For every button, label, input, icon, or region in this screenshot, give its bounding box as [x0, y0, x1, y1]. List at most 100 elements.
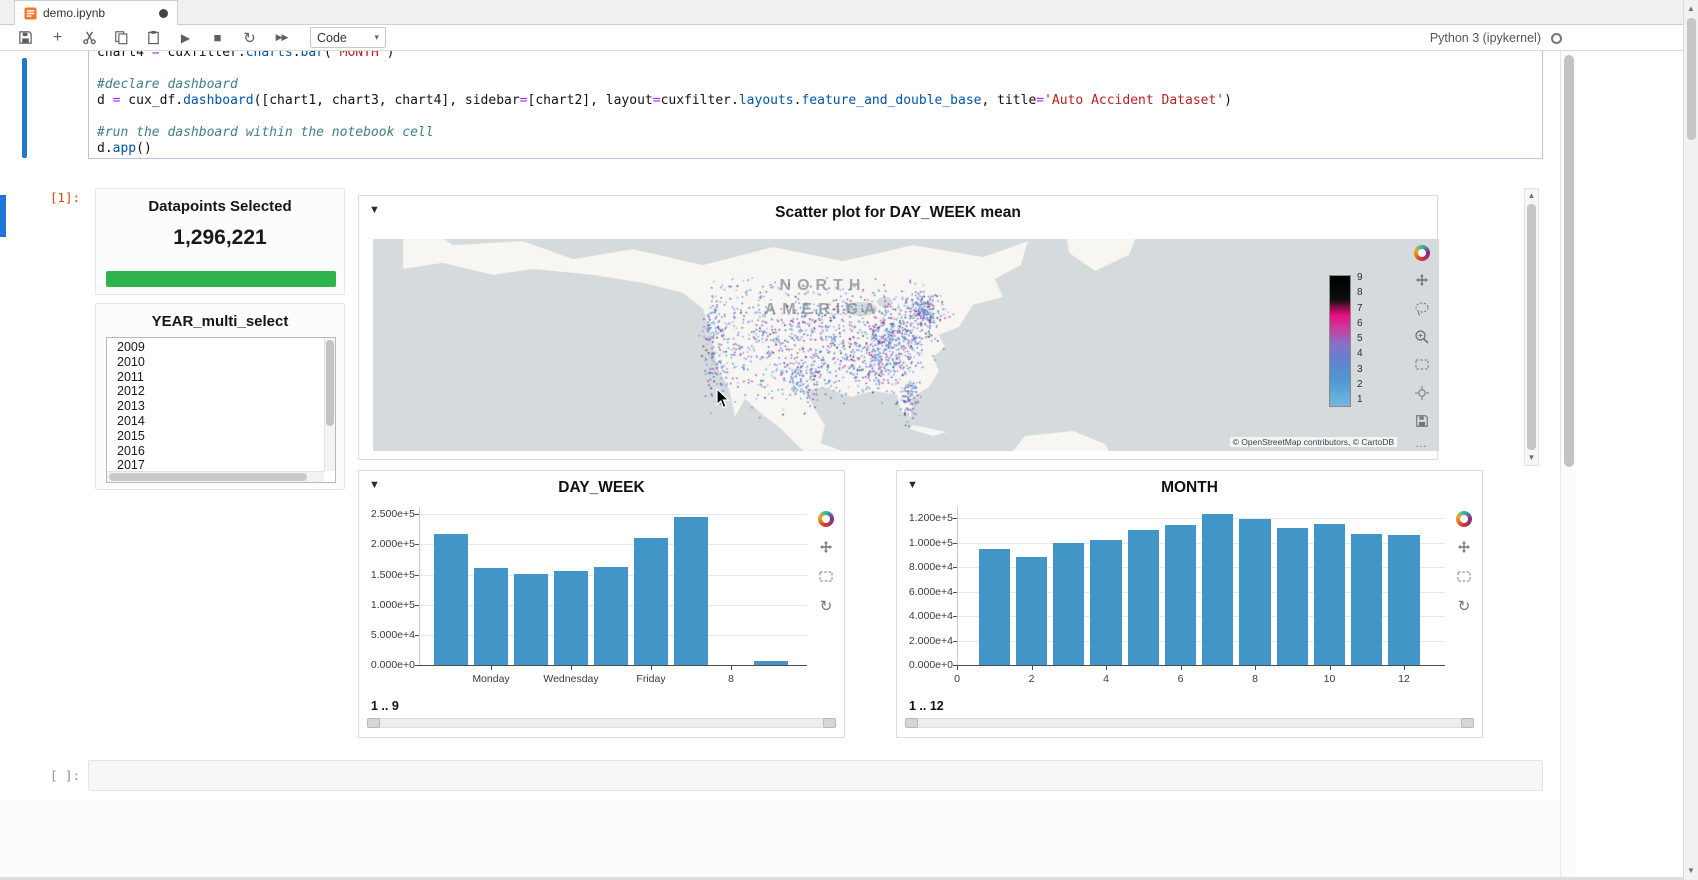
year-option[interactable]: 2012	[107, 384, 335, 399]
scrollbar-thumb[interactable]	[1564, 55, 1574, 467]
x-tick-mark	[731, 666, 732, 670]
x-tick-mark	[491, 666, 492, 670]
empty-code-cell[interactable]	[88, 760, 1543, 791]
x-tick-label: 2	[992, 673, 1072, 685]
bar	[514, 574, 548, 665]
collapse-caret-icon[interactable]: ▼	[907, 479, 918, 491]
scatter-map-card: ▼ Scatter plot for DAY_WEEK mean NORTH A…	[358, 195, 1438, 460]
slider-handle-left[interactable]	[905, 718, 918, 728]
scrollbar-thumb[interactable]	[109, 473, 307, 481]
x-axis	[419, 665, 807, 666]
year-listbox[interactable]: 200920102011201220132014201520162017	[106, 337, 336, 483]
slider-handle-right[interactable]	[1461, 718, 1474, 728]
listbox-vertical-scrollbar[interactable]	[324, 338, 335, 471]
bar	[1314, 524, 1345, 665]
cell-collapser[interactable]	[22, 58, 27, 158]
box-select-tool-icon[interactable]	[1414, 356, 1431, 373]
lasso-select-tool-icon[interactable]	[1414, 300, 1431, 317]
save-button[interactable]	[16, 28, 35, 47]
scatter-map-plot[interactable]: NORTH AMERICA 987654321 © OpenStreetMap …	[373, 239, 1439, 451]
collapse-caret-icon[interactable]: ▼	[369, 204, 380, 216]
slider-handle-right[interactable]	[823, 718, 836, 728]
map-attribution[interactable]: © OpenStreetMap contributors, © CartoDB	[1230, 437, 1397, 447]
cuxfilter-dashboard: Datapoints Selected 1,296,221 YEAR_multi…	[88, 182, 1519, 749]
year-option[interactable]: 2011	[107, 370, 335, 385]
scroll-up-arrow-icon[interactable]: ▲	[1684, 4, 1698, 14]
reset-tool-icon[interactable]: ↻	[818, 597, 835, 614]
cell-type-select[interactable]: Code ▾	[310, 27, 386, 48]
year-option[interactable]: 2016	[107, 444, 335, 459]
year-option[interactable]: 2014	[107, 414, 335, 429]
save-plot-tool-icon[interactable]	[1414, 412, 1431, 429]
bar	[1016, 557, 1047, 665]
slider-handle-left[interactable]	[367, 718, 380, 728]
notebook-scrollbar[interactable]	[1560, 51, 1576, 880]
tab-bar: demo.ipynb	[0, 0, 1698, 25]
pan-tool-icon[interactable]	[1414, 272, 1431, 289]
x-tick-label: 4	[1066, 673, 1146, 685]
paste-cells-button[interactable]	[144, 28, 163, 47]
year-option[interactable]: 2015	[107, 429, 335, 444]
x-tick-label: 10	[1290, 673, 1370, 685]
y-tick-label: 0.000e+0	[365, 659, 415, 671]
year-option[interactable]: 2013	[107, 399, 335, 414]
output-prompt: [1]:	[50, 190, 80, 205]
month-plot[interactable]: 1.200e+51.000e+58.000e+46.000e+44.000e+4…	[899, 501, 1451, 693]
bar	[1351, 534, 1382, 665]
bar	[594, 567, 628, 665]
y-tick-label: 6.000e+4	[903, 586, 953, 598]
bokeh-logo-icon[interactable]	[1456, 511, 1472, 527]
box-zoom-tool-icon[interactable]	[1414, 328, 1431, 345]
scrollbar-thumb[interactable]	[1527, 204, 1536, 450]
bar	[474, 568, 508, 665]
y-tick-label: 5.000e+4	[365, 629, 415, 641]
code-line: chart4 = cuxfilter.charts.bar('MONTH')	[97, 51, 1534, 61]
day-week-plot[interactable]: 2.500e+52.000e+51.500e+51.000e+55.000e+4…	[361, 501, 813, 693]
pan-tool-icon[interactable]	[818, 539, 835, 556]
month-range-slider[interactable]	[905, 718, 1474, 728]
bokeh-logo-icon[interactable]	[818, 511, 834, 527]
insert-cell-button[interactable]: +	[48, 28, 67, 47]
scatter-canvas	[373, 239, 1439, 451]
browser-scrollbar[interactable]: ▲ ▼	[1683, 0, 1698, 880]
scroll-down-arrow-icon[interactable]: ▼	[1684, 866, 1698, 876]
collapse-caret-icon[interactable]: ▼	[369, 479, 380, 491]
restart-kernel-button[interactable]: ↻	[240, 28, 259, 47]
box-select-tool-icon[interactable]	[818, 568, 835, 585]
restart-run-all-button[interactable]: ▶▶	[272, 28, 291, 47]
cut-cells-button[interactable]	[80, 28, 99, 47]
run-cell-button[interactable]: ▶	[176, 28, 195, 47]
bokeh-logo-icon[interactable]	[1414, 245, 1430, 261]
legend-tick-label: 4	[1357, 348, 1375, 359]
pan-tool-icon[interactable]	[1456, 539, 1473, 556]
scrollbar-thumb[interactable]	[326, 340, 334, 426]
scrollbar-thumb[interactable]	[1687, 18, 1696, 140]
x-tick-mark	[1181, 666, 1182, 670]
tab-title: demo.ipynb	[43, 6, 153, 20]
year-option[interactable]: 2010	[107, 355, 335, 370]
copy-cells-button[interactable]	[112, 28, 131, 47]
copy-icon	[114, 30, 129, 45]
save-icon	[18, 30, 33, 45]
wheel-zoom-tool-icon[interactable]	[1414, 384, 1431, 401]
box-select-tool-icon[interactable]	[1456, 568, 1473, 585]
output-scrollbar[interactable]: ▲ ▼	[1524, 188, 1539, 466]
y-tick-label: 1.000e+5	[903, 537, 953, 549]
reset-tool-icon[interactable]: ↻	[1456, 597, 1473, 614]
scroll-up-arrow-icon[interactable]: ▲	[1525, 191, 1538, 201]
code-editor[interactable]: chart4 = cuxfilter.charts.bar('MONTH') #…	[97, 51, 1534, 157]
interrupt-kernel-button[interactable]: ■	[208, 28, 227, 47]
notebook-tab[interactable]: demo.ipynb	[14, 0, 178, 25]
scroll-down-arrow-icon[interactable]: ▼	[1525, 453, 1538, 463]
legend-tick-label: 8	[1357, 287, 1375, 298]
left-edge-indicator	[0, 195, 6, 237]
day-week-range-slider[interactable]	[367, 718, 836, 728]
map-more-options[interactable]: …	[1415, 436, 1427, 450]
listbox-horizontal-scrollbar[interactable]	[107, 471, 324, 482]
kernel-name[interactable]: Python 3 (ipykernel)	[1430, 31, 1541, 45]
bar	[1053, 543, 1084, 665]
year-option[interactable]: 2009	[107, 340, 335, 355]
code-cell[interactable]: chart4 = cuxfilter.charts.bar('MONTH') #…	[88, 51, 1543, 159]
unsaved-indicator-icon[interactable]	[159, 9, 168, 18]
datapoints-progress-bar	[106, 271, 336, 287]
